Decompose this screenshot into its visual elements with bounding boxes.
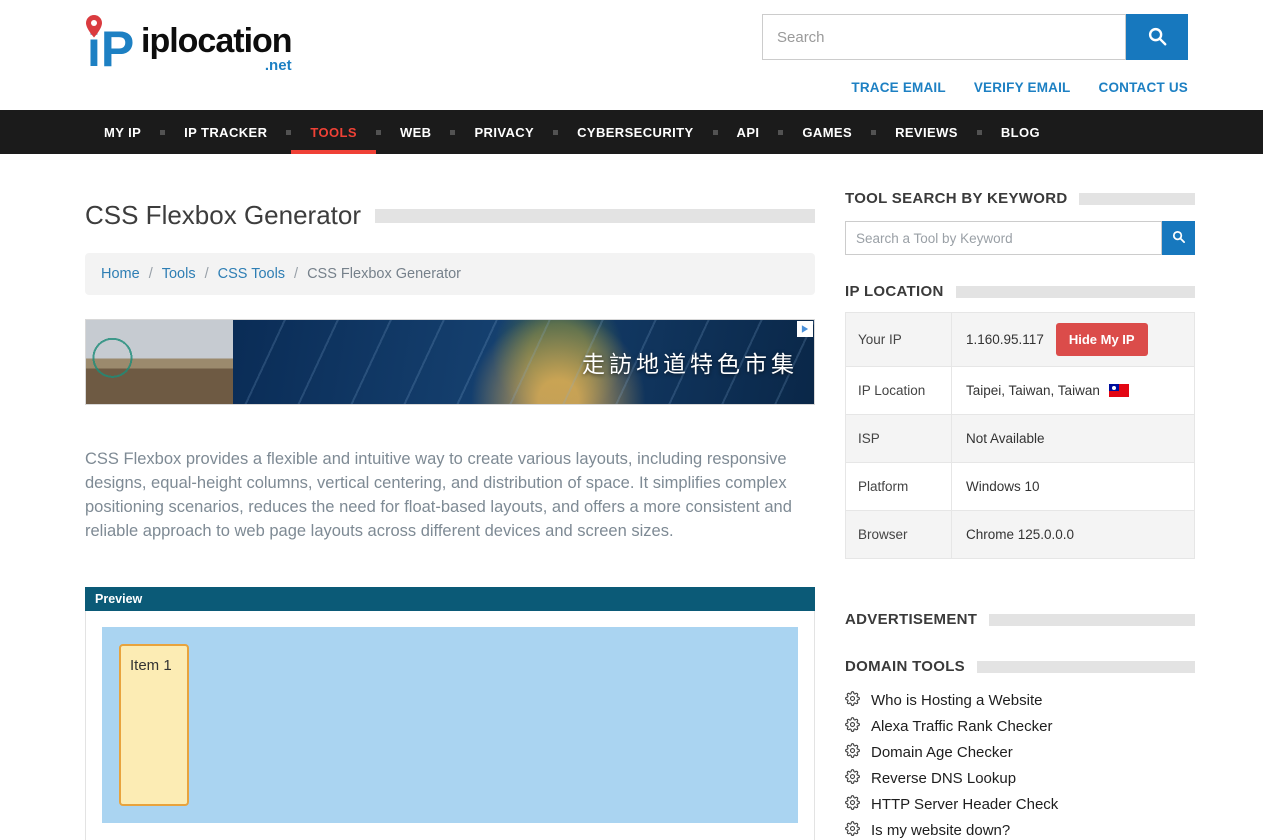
- logo-name: iplocation: [141, 22, 292, 61]
- nav-ip-tracker[interactable]: IP TRACKER: [165, 110, 286, 154]
- search-icon: [1146, 25, 1168, 50]
- nav-reviews[interactable]: REVIEWS: [876, 110, 977, 154]
- search-icon: [1171, 229, 1186, 247]
- row-label: Your IP: [846, 313, 952, 366]
- domain-tools-list: Who is Hosting a Website Alexa Traffic R…: [845, 691, 1195, 840]
- heading-decorative-bar: [989, 614, 1195, 626]
- browser-value: Chrome 125.0.0.0: [952, 511, 1194, 558]
- site-logo[interactable]: iP iplocation .net: [85, 14, 292, 83]
- table-row: Your IP 1.160.95.117 Hide My IP: [846, 313, 1194, 367]
- domain-tool-website-down[interactable]: Is my website down?: [845, 821, 1195, 840]
- nav-cybersecurity[interactable]: CYBERSECURITY: [558, 110, 712, 154]
- verify-email-link[interactable]: VERIFY EMAIL: [974, 80, 1071, 95]
- heading-decorative-bar: [1079, 193, 1195, 205]
- preview-body: Item 1: [85, 611, 815, 840]
- preview-header: Preview: [85, 587, 815, 611]
- ip-location-value: Taipei, Taiwan, Taiwan: [966, 383, 1100, 398]
- breadcrumb-current: CSS Flexbox Generator: [307, 266, 461, 282]
- ip-location-table: Your IP 1.160.95.117 Hide My IP IP Locat…: [845, 312, 1195, 559]
- ad-text: 走訪地道特色市集: [582, 345, 798, 379]
- row-label: Browser: [846, 511, 952, 558]
- flex-preview-container: Item 1: [102, 627, 798, 823]
- page-title: CSS Flexbox Generator: [85, 200, 361, 231]
- contact-us-link[interactable]: CONTACT US: [1099, 80, 1189, 95]
- ad-banner[interactable]: 走訪地道特色市集: [85, 319, 815, 405]
- site-search: [762, 14, 1188, 60]
- site-search-button[interactable]: [1126, 14, 1188, 60]
- table-row: Platform Windows 10: [846, 463, 1194, 511]
- gear-icon: [845, 795, 860, 814]
- domain-tool-alexa-rank[interactable]: Alexa Traffic Rank Checker: [845, 717, 1195, 736]
- nav-privacy[interactable]: PRIVACY: [455, 110, 553, 154]
- domain-tool-reverse-dns[interactable]: Reverse DNS Lookup: [845, 769, 1195, 788]
- hide-my-ip-button[interactable]: Hide My IP: [1056, 323, 1148, 356]
- title-decorative-bar: [375, 209, 815, 223]
- ad-image-main: 走訪地道特色市集: [233, 320, 814, 404]
- domain-tools-heading: DOMAIN TOOLS: [845, 658, 965, 675]
- tool-description: CSS Flexbox provides a flexible and intu…: [85, 447, 815, 543]
- domain-tool-label: HTTP Server Header Check: [871, 796, 1058, 813]
- flex-preview-item: Item 1: [119, 644, 189, 806]
- table-row: ISP Not Available: [846, 415, 1194, 463]
- heading-decorative-bar: [977, 661, 1195, 673]
- gear-icon: [845, 717, 860, 736]
- nav-web[interactable]: WEB: [381, 110, 451, 154]
- row-label: ISP: [846, 415, 952, 462]
- nav-games[interactable]: GAMES: [783, 110, 871, 154]
- ip-location-heading: IP LOCATION: [845, 283, 944, 300]
- preview-panel: Preview Item 1: [85, 587, 815, 840]
- taiwan-flag-icon: [1109, 384, 1129, 397]
- logo-tld: .net: [265, 57, 292, 74]
- heading-decorative-bar: [956, 286, 1195, 298]
- ad-image-left: [86, 320, 233, 404]
- gear-icon: [845, 691, 860, 710]
- breadcrumb-separator: /: [149, 266, 153, 282]
- tool-search-button[interactable]: [1162, 221, 1195, 255]
- adchoices-icon[interactable]: [797, 321, 813, 337]
- logo-pin-icon: iP: [85, 14, 147, 83]
- breadcrumb-home[interactable]: Home: [101, 266, 140, 282]
- domain-tool-label: Alexa Traffic Rank Checker: [871, 718, 1052, 735]
- domain-tool-label: Who is Hosting a Website: [871, 692, 1042, 709]
- gear-icon: [845, 821, 860, 840]
- advertisement-heading: ADVERTISEMENT: [845, 611, 977, 628]
- main-nav: MY IP IP TRACKER TOOLS WEB PRIVACY CYBER…: [0, 110, 1263, 154]
- tool-search-input[interactable]: [845, 221, 1162, 255]
- table-row: Browser Chrome 125.0.0.0: [846, 511, 1194, 558]
- breadcrumb-separator: /: [294, 266, 298, 282]
- nav-blog[interactable]: BLOG: [982, 110, 1059, 154]
- breadcrumb-tools[interactable]: Tools: [162, 266, 196, 282]
- domain-tool-label: Is my website down?: [871, 822, 1010, 839]
- tool-search: [845, 221, 1195, 255]
- table-row: IP Location Taipei, Taiwan, Taiwan: [846, 367, 1194, 415]
- nav-my-ip[interactable]: MY IP: [85, 110, 160, 154]
- platform-value: Windows 10: [952, 463, 1194, 510]
- breadcrumb-css-tools[interactable]: CSS Tools: [218, 266, 285, 282]
- nav-api[interactable]: API: [718, 110, 779, 154]
- site-header: iP iplocation .net TRACE EMAIL VERIFY EM…: [0, 0, 1263, 110]
- isp-value: Not Available: [952, 415, 1194, 462]
- domain-tool-hosting[interactable]: Who is Hosting a Website: [845, 691, 1195, 710]
- nav-tools[interactable]: TOOLS: [291, 110, 376, 154]
- site-search-input[interactable]: [762, 14, 1126, 60]
- row-label: IP Location: [846, 367, 952, 414]
- your-ip-value: 1.160.95.117: [966, 332, 1044, 347]
- gear-icon: [845, 743, 860, 762]
- breadcrumb-separator: /: [205, 266, 209, 282]
- header-links: TRACE EMAIL VERIFY EMAIL CONTACT US: [851, 80, 1188, 95]
- domain-tool-domain-age[interactable]: Domain Age Checker: [845, 743, 1195, 762]
- gear-icon: [845, 769, 860, 788]
- tool-search-heading: TOOL SEARCH BY KEYWORD: [845, 190, 1067, 207]
- logo-text: iplocation .net: [141, 22, 292, 74]
- domain-tool-label: Domain Age Checker: [871, 744, 1013, 761]
- domain-tool-label: Reverse DNS Lookup: [871, 770, 1016, 787]
- domain-tool-http-header[interactable]: HTTP Server Header Check: [845, 795, 1195, 814]
- row-label: Platform: [846, 463, 952, 510]
- trace-email-link[interactable]: TRACE EMAIL: [851, 80, 945, 95]
- breadcrumb: Home / Tools / CSS Tools / CSS Flexbox G…: [85, 253, 815, 295]
